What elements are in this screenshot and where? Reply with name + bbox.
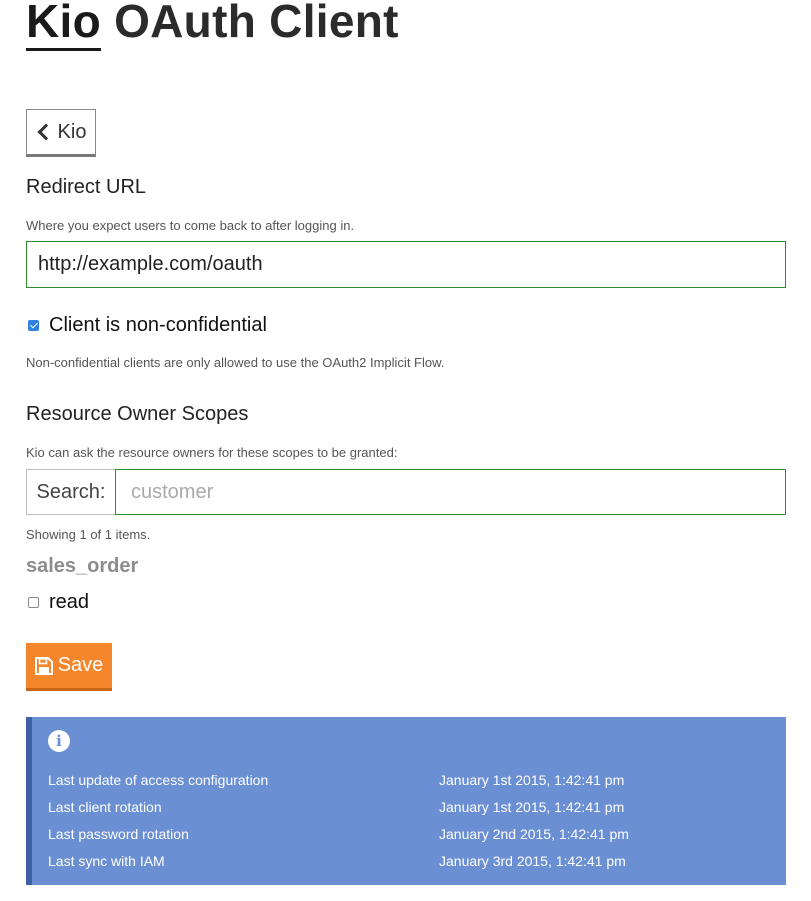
floppy-disk-icon	[34, 656, 53, 675]
showing-count: Showing 1 of 1 items.	[26, 527, 151, 542]
non-confidential-help: Non-confidential clients are only allowe…	[26, 355, 445, 370]
scope-group-name: sales_order	[26, 555, 139, 577]
info-row: Last sync with IAM January 3rd 2015, 1:4…	[48, 853, 748, 873]
kio-home-link[interactable]: Kio	[26, 0, 101, 51]
info-row-key: Last sync with IAM	[48, 853, 165, 869]
info-row-key: Last password rotation	[48, 826, 189, 842]
info-icon: i	[48, 730, 70, 752]
info-row-value: January 2nd 2015, 1:42:41 pm	[439, 826, 629, 842]
info-panel: i Last update of access configuration Ja…	[26, 717, 786, 885]
save-button-label: Save	[57, 654, 104, 676]
scope-item-read[interactable]: read	[28, 591, 89, 614]
info-row-value: January 1st 2015, 1:42:41 pm	[439, 799, 625, 815]
scope-search-input[interactable]	[115, 469, 786, 515]
info-row: Last update of access configuration Janu…	[48, 772, 748, 792]
info-row-key: Last client rotation	[48, 799, 162, 815]
chevron-left-icon	[37, 123, 55, 141]
search-label: Search:	[26, 469, 115, 515]
page: Kio OAuth Client Kio Redirect URL Where …	[0, 0, 811, 901]
back-to-kio-button[interactable]: Kio	[26, 109, 96, 157]
scope-read-checkbox[interactable]	[28, 597, 39, 608]
redirect-url-input[interactable]	[26, 241, 786, 288]
info-row-value: January 1st 2015, 1:42:41 pm	[439, 772, 625, 788]
info-row: Last client rotation January 1st 2015, 1…	[48, 799, 748, 819]
page-title: Kio OAuth Client	[26, 0, 399, 51]
redirect-url-help: Where you expect users to come back to a…	[26, 218, 355, 233]
scope-read-label: read	[49, 591, 90, 613]
back-button-label: Kio	[57, 120, 87, 143]
non-confidential-label: Client is non-confidential	[49, 314, 267, 336]
redirect-url-label: Redirect URL	[26, 176, 147, 198]
resource-owner-scopes-help: Kio can ask the resource owners for thes…	[26, 445, 398, 460]
info-row-value: January 3rd 2015, 1:42:41 pm	[439, 853, 626, 869]
save-button[interactable]: Save	[26, 643, 112, 691]
info-row: Last password rotation January 2nd 2015,…	[48, 826, 748, 846]
non-confidential-checkbox-row[interactable]: Client is non-confidential	[28, 314, 267, 337]
non-confidential-checkbox[interactable]	[28, 320, 39, 331]
info-row-key: Last update of access configuration	[48, 772, 269, 788]
page-title-text: OAuth Client	[101, 0, 399, 47]
resource-owner-scopes-label: Resource Owner Scopes	[26, 403, 249, 425]
scope-search-group: Search:	[26, 469, 786, 515]
